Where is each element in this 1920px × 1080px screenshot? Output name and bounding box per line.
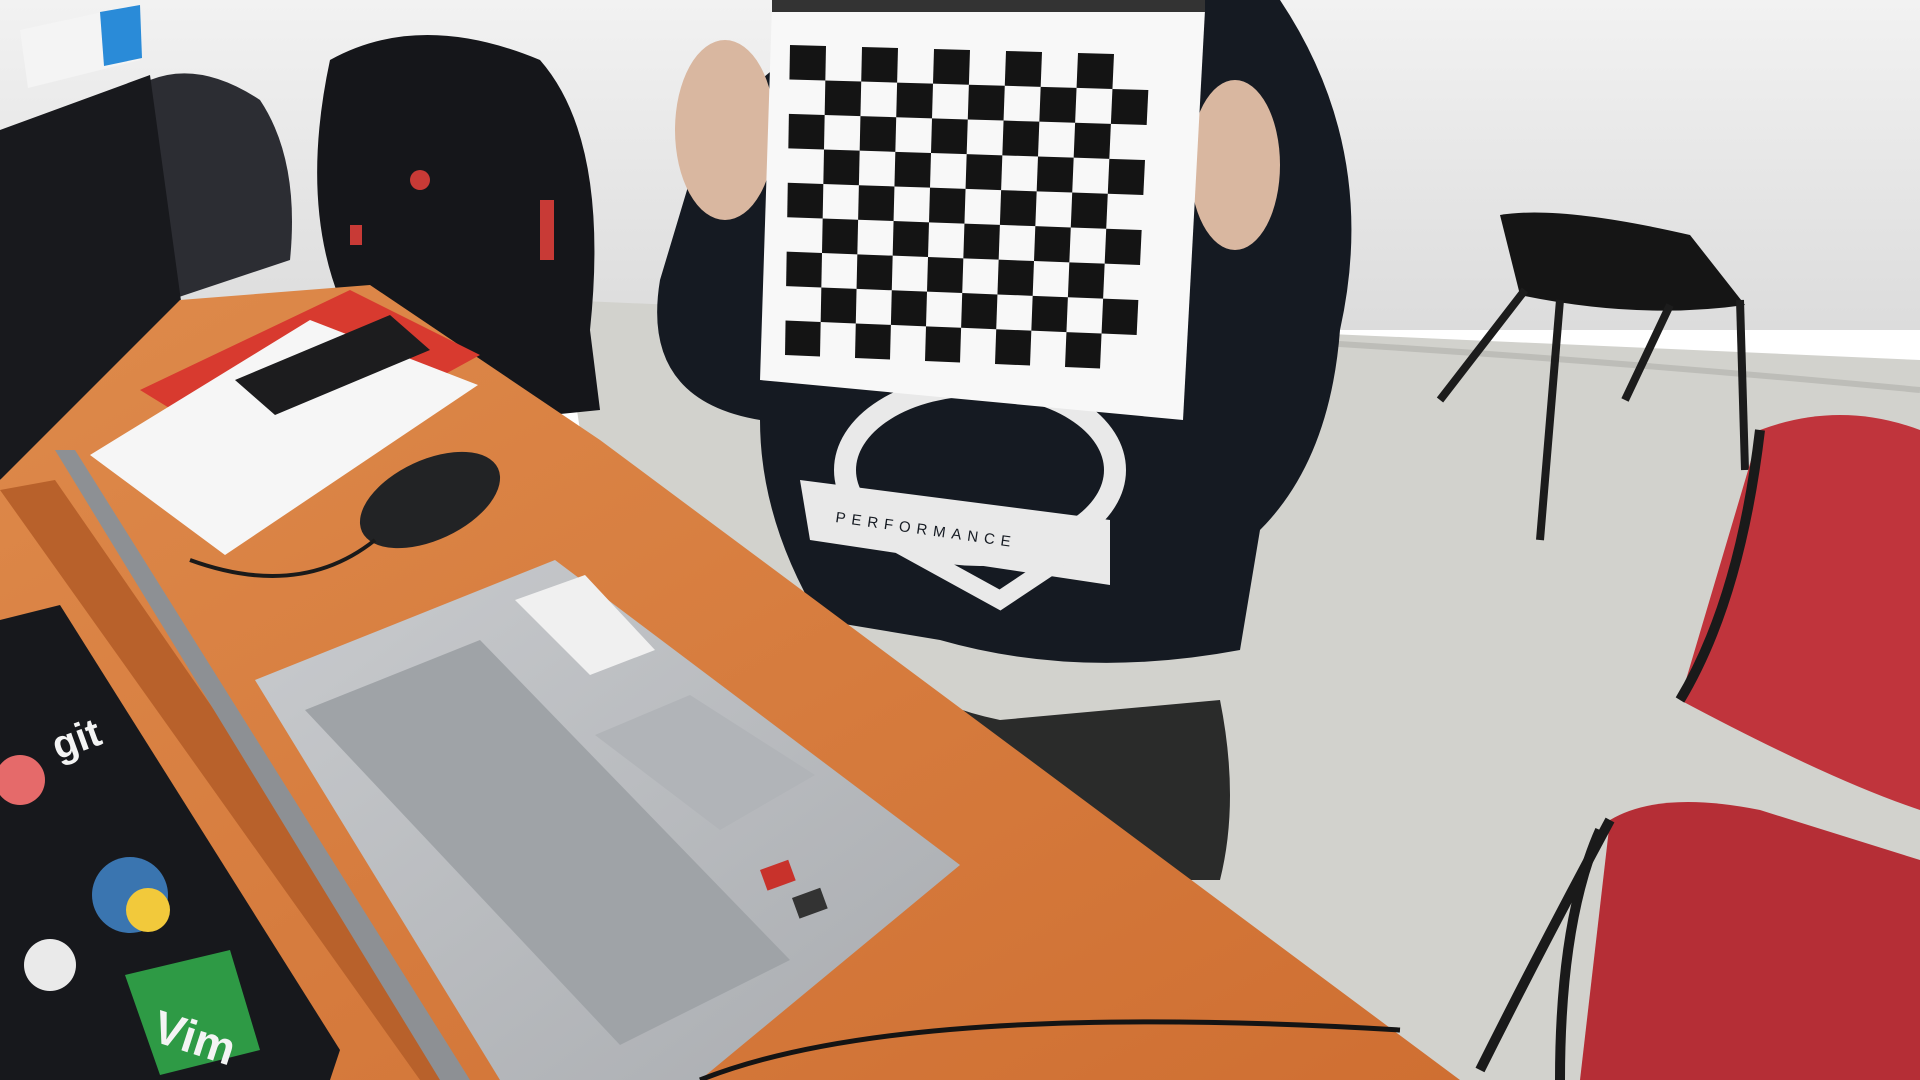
checker-square — [1031, 295, 1068, 333]
checker-square — [788, 113, 825, 150]
checker-square — [822, 218, 859, 255]
checker-square — [1004, 51, 1042, 87]
checker-square — [856, 254, 893, 291]
right-hand — [1190, 80, 1280, 250]
checker-square — [1039, 86, 1077, 123]
checker-square — [1067, 262, 1105, 299]
checker-square — [995, 329, 1032, 366]
checker-square — [1070, 192, 1108, 229]
checker-square — [1036, 156, 1074, 193]
checker-square — [859, 116, 897, 152]
checker-square — [925, 326, 962, 363]
checker-square — [787, 182, 824, 219]
left-hand — [675, 40, 775, 220]
checker-square — [961, 293, 998, 330]
github-sticker — [24, 939, 76, 991]
checker-square — [855, 323, 891, 360]
checker-square — [927, 257, 964, 294]
checker-square — [890, 290, 927, 327]
checker-square — [963, 223, 1000, 260]
checker-square — [858, 185, 895, 222]
checkerboard-paper — [760, 5, 1205, 420]
checker-square — [965, 154, 1003, 191]
checker-square — [1076, 53, 1114, 89]
checker-square — [820, 287, 857, 324]
checker-square — [786, 251, 822, 288]
checker-square — [1101, 298, 1139, 335]
checker-square — [999, 190, 1037, 227]
checker-square — [896, 82, 933, 119]
checker-square — [931, 118, 968, 155]
checker-square — [1065, 332, 1102, 369]
checker-square — [1104, 228, 1142, 265]
checker-square — [1002, 120, 1040, 157]
checkerboard-card — [760, 0, 1205, 420]
photo-scene: PERFORMANCE Vim git — [0, 0, 1920, 1080]
checker-square — [823, 149, 860, 186]
checker-square — [1110, 88, 1149, 125]
checker-square — [1073, 122, 1111, 159]
checker-square — [861, 47, 898, 83]
checker-square — [1034, 226, 1071, 263]
checker-square — [789, 45, 826, 81]
checker-square — [929, 187, 966, 224]
checker-square — [1107, 158, 1145, 195]
checker-square — [824, 80, 862, 117]
checker-square — [997, 259, 1034, 296]
checker-square — [785, 320, 821, 357]
checker-square — [933, 49, 970, 85]
checker-square — [894, 151, 931, 188]
checker-square — [892, 221, 929, 257]
checker-square — [967, 84, 1005, 121]
